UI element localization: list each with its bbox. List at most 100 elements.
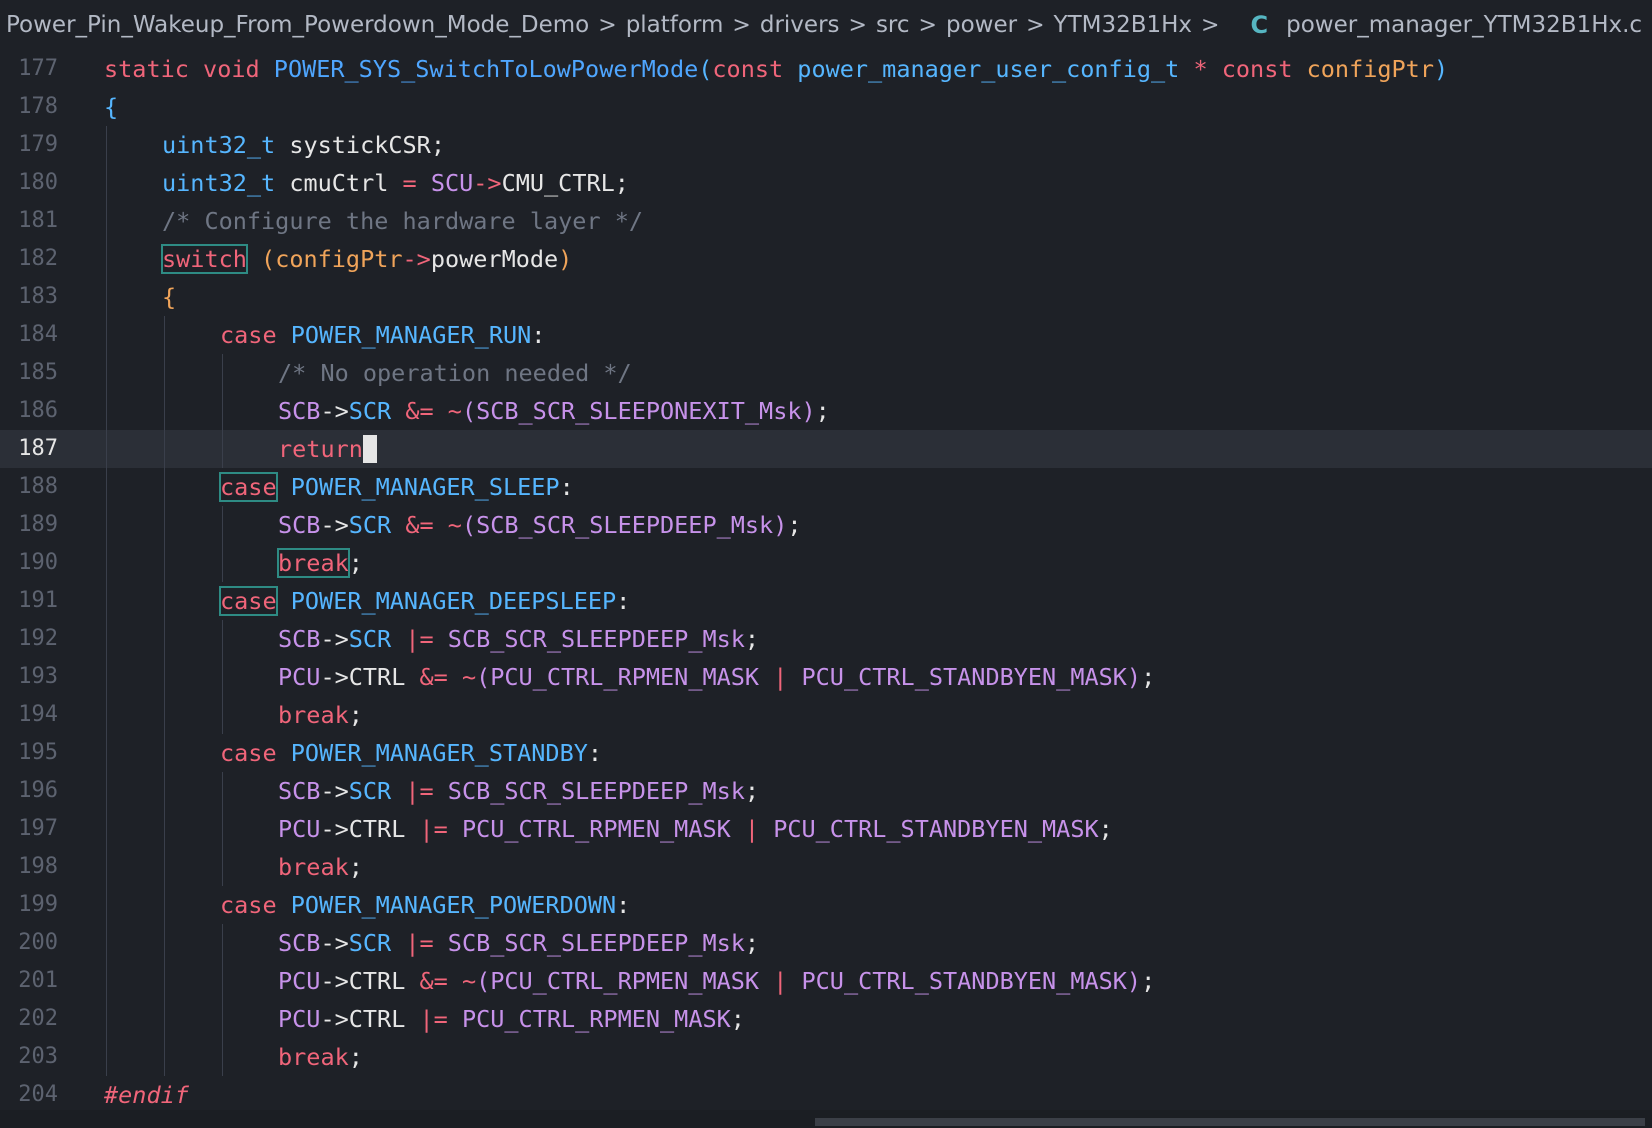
- code-token: ->: [473, 169, 502, 197]
- code-token: ): [801, 397, 816, 425]
- code-token: {: [162, 283, 177, 311]
- code-line[interactable]: 204 #endif: [0, 1076, 1652, 1112]
- code-line[interactable]: 192 SCB->SCR |= SCB_SCR_SLEEPDEEP_Msk;: [0, 620, 1652, 658]
- breadcrumb: Power_Pin_Wakeup_From_Powerdown_Mode_Dem…: [0, 0, 1652, 50]
- line-number: 201: [18, 968, 58, 993]
- code-line[interactable]: 198 break;: [0, 848, 1652, 886]
- code-token: ->CTRL: [320, 967, 420, 995]
- code-content: PCU->CTRL &= ~(PCU_CTRL_RPMEN_MASK | PCU…: [278, 962, 1155, 1000]
- code-token: /* Configure the hardware layer */: [162, 207, 644, 235]
- code-line[interactable]: 188 case POWER_MANAGER_SLEEP:: [0, 468, 1652, 506]
- code-line[interactable]: 202 PCU->CTRL |= PCU_CTRL_RPMEN_MASK;: [0, 1000, 1652, 1038]
- chevron-right-icon: >: [1201, 12, 1220, 38]
- indent-guide: [222, 620, 223, 658]
- code-token: ->CTRL: [320, 1005, 420, 1033]
- line-number: 193: [18, 664, 58, 689]
- code-token: case: [219, 586, 278, 616]
- line-number: 194: [18, 702, 58, 727]
- code-token: ;: [348, 701, 363, 729]
- scrollbar-thumb[interactable]: [815, 1118, 1645, 1126]
- breadcrumb-item-ytm32b1hx[interactable]: YTM32B1Hx: [1054, 12, 1193, 38]
- code-token: POWER_MANAGER_RUN: [290, 321, 532, 349]
- breadcrumb-item-platform[interactable]: platform: [626, 12, 724, 38]
- code-line[interactable]: 194 break;: [0, 696, 1652, 734]
- code-token: PCU: [278, 1005, 321, 1033]
- code-token: PCU_CTRL_STANDBYEN_MASK): [801, 967, 1142, 995]
- code-line[interactable]: 189 SCB->SCR &= ~(SCB_SCR_SLEEPDEEP_Msk);: [0, 506, 1652, 544]
- code-token: const: [712, 55, 798, 83]
- indent-guide: [222, 1000, 223, 1038]
- horizontal-scrollbar[interactable]: [0, 1110, 1652, 1128]
- indent-guide: [164, 1000, 165, 1038]
- code-token: ->: [320, 397, 349, 425]
- code-content: static void POWER_SYS_SwitchToLowPowerMo…: [104, 50, 1448, 88]
- code-token: ->: [402, 245, 431, 273]
- line-number: 183: [18, 284, 58, 309]
- code-token: ;: [348, 853, 363, 881]
- code-token: powerMode: [430, 245, 559, 273]
- line-number: 188: [18, 474, 58, 499]
- breadcrumb-item-src[interactable]: src: [876, 12, 910, 38]
- indent-guide: [164, 886, 165, 924]
- indent-guide: [164, 810, 165, 848]
- indent-guide: [222, 354, 223, 392]
- code-token: *: [1193, 55, 1222, 83]
- breadcrumb-item-file[interactable]: power_manager_YTM32B1Hx.c: [1286, 12, 1642, 38]
- code-line[interactable]: 193 PCU->CTRL &= ~(PCU_CTRL_RPMEN_MASK | …: [0, 658, 1652, 696]
- code-line[interactable]: 187 return;: [0, 430, 1652, 468]
- code-token: void: [203, 55, 274, 83]
- line-number: 199: [18, 892, 58, 917]
- code-line[interactable]: 178 {: [0, 88, 1652, 126]
- code-line[interactable]: 200 SCB->SCR |= SCB_SCR_SLEEPDEEP_Msk;: [0, 924, 1652, 962]
- code-line[interactable]: 180 uint32_t cmuCtrl = SCU->CMU_CTRL;: [0, 164, 1652, 202]
- code-token: case: [220, 321, 291, 349]
- indent-guide: [106, 1000, 107, 1038]
- code-token: ): [558, 245, 573, 273]
- code-line[interactable]: 190 break;: [0, 544, 1652, 582]
- indent-guide: [106, 1038, 107, 1076]
- code-line[interactable]: 184 case POWER_MANAGER_RUN:: [0, 316, 1652, 354]
- code-editor[interactable]: 177 static void POWER_SYS_SwitchToLowPowe…: [0, 50, 1652, 1112]
- line-number: 178: [18, 94, 58, 119]
- breadcrumb-item-drivers[interactable]: drivers: [760, 12, 840, 38]
- code-token: POWER_MANAGER_POWERDOWN: [290, 891, 617, 919]
- indent-guide: [106, 620, 107, 658]
- breadcrumb-item-power[interactable]: power: [946, 12, 1017, 38]
- code-line[interactable]: 177 static void POWER_SYS_SwitchToLowPowe…: [0, 50, 1652, 88]
- code-line[interactable]: 185 /* No operation needed */: [0, 354, 1652, 392]
- code-token: :: [616, 891, 631, 919]
- code-content: PCU->CTRL |= PCU_CTRL_RPMEN_MASK | PCU_C…: [278, 810, 1113, 848]
- code-line[interactable]: 191 case POWER_MANAGER_DEEPSLEEP:: [0, 582, 1652, 620]
- code-line[interactable]: 195 case POWER_MANAGER_STANDBY:: [0, 734, 1652, 772]
- code-token: |=: [405, 929, 448, 957]
- code-line[interactable]: 179 uint32_t systickCSR;: [0, 126, 1652, 164]
- indent-guide: [106, 696, 107, 734]
- code-token: static: [104, 55, 204, 83]
- code-line[interactable]: 203 break;: [0, 1038, 1652, 1076]
- indent-guide: [164, 848, 165, 886]
- indent-guide: [106, 202, 107, 240]
- code-token: case: [220, 739, 291, 767]
- code-line[interactable]: 183 {: [0, 278, 1652, 316]
- line-number: 204: [18, 1082, 58, 1107]
- code-line[interactable]: 199 case POWER_MANAGER_POWERDOWN:: [0, 886, 1652, 924]
- code-token: (SCB_SCR_SLEEPONEXIT_Msk: [461, 397, 802, 425]
- code-line[interactable]: 197 PCU->CTRL |= PCU_CTRL_RPMEN_MASK | PC…: [0, 810, 1652, 848]
- code-token: configPtr: [1306, 55, 1434, 83]
- code-line[interactable]: 196 SCB->SCR |= SCB_SCR_SLEEPDEEP_Msk;: [0, 772, 1652, 810]
- chevron-right-icon: >: [598, 12, 617, 38]
- code-token: POWER_SYS_SwitchToLowPowerMode: [273, 55, 699, 83]
- indent-guide: [222, 924, 223, 962]
- code-line[interactable]: 181 /* Configure the hardware layer */: [0, 202, 1652, 240]
- indent-guide: [106, 658, 107, 696]
- line-number: 184: [18, 322, 58, 347]
- code-content: SCB->SCR |= SCB_SCR_SLEEPDEEP_Msk;: [278, 620, 759, 658]
- code-line[interactable]: 186 SCB->SCR &= ~(SCB_SCR_SLEEPONEXIT_Msk…: [0, 392, 1652, 430]
- code-line[interactable]: 182 switch (configPtr->powerMode): [0, 240, 1652, 278]
- code-token: return: [278, 435, 363, 463]
- line-number: 186: [18, 398, 58, 423]
- breadcrumb-item-project[interactable]: Power_Pin_Wakeup_From_Powerdown_Mode_Dem…: [6, 12, 589, 38]
- code-line[interactable]: 201 PCU->CTRL &= ~(PCU_CTRL_RPMEN_MASK | …: [0, 962, 1652, 1000]
- indent-guide: [106, 924, 107, 962]
- indent-guide: [106, 316, 107, 354]
